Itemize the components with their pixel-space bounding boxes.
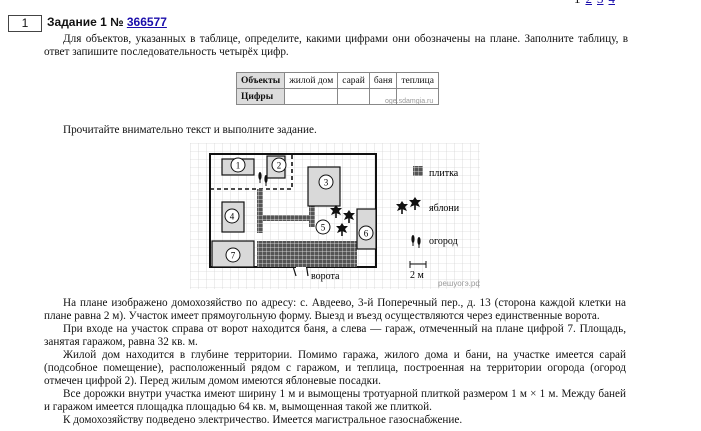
pagination: 1234 bbox=[574, 0, 620, 7]
label-3: 3 bbox=[324, 178, 329, 188]
table-col-greenhouse: теплица bbox=[396, 72, 439, 89]
task-title-text: Задание 1 № bbox=[47, 15, 124, 29]
table-col-house: жилой дом bbox=[284, 72, 339, 89]
site-plan: 1 2 3 4 5 6 7 ворота плитка яблони огоро… bbox=[190, 143, 480, 289]
task-number-box: 1 bbox=[8, 15, 42, 32]
legend-tile-label: плитка bbox=[429, 168, 459, 179]
table-col-shed: сарай bbox=[337, 72, 370, 89]
task-title: Задание 1 № 366577 bbox=[47, 15, 167, 30]
label-1: 1 bbox=[236, 161, 241, 171]
description-paragraph: Жилой дом находится в глубине территории… bbox=[44, 349, 626, 387]
table-header-digits: Цифры bbox=[235, 88, 286, 105]
label-7: 7 bbox=[231, 251, 236, 261]
page-link-3[interactable]: 3 bbox=[597, 0, 604, 6]
label-2: 2 bbox=[277, 161, 282, 171]
tile-path bbox=[309, 206, 315, 227]
legend-garden-label: огород bbox=[429, 236, 458, 247]
tile-area bbox=[257, 241, 357, 267]
tile-path bbox=[263, 215, 315, 221]
page-current: 1 bbox=[574, 0, 581, 6]
page-link-4[interactable]: 4 bbox=[609, 0, 616, 6]
scale-label: 2 м bbox=[410, 270, 425, 281]
read-prompt: Прочитайте внимательно текст и выполните… bbox=[44, 124, 628, 137]
table-cell[interactable] bbox=[337, 88, 370, 105]
description-paragraph: При входе на участок справа от ворот нах… bbox=[44, 323, 626, 348]
label-6: 6 bbox=[364, 229, 369, 239]
read-prompt-text: Прочитайте внимательно текст и выполните… bbox=[63, 124, 317, 136]
description: На плане изображено домохозяйство по адр… bbox=[44, 297, 626, 427]
table-watermark: oge.sdamgia.ru bbox=[385, 98, 434, 105]
table-col-bath: баня bbox=[368, 72, 398, 89]
label-5: 5 bbox=[321, 223, 326, 233]
plan-watermark: решуогэ.рф bbox=[438, 279, 480, 288]
instruction-text: Для объектов, указанных в таблице, опред… bbox=[44, 33, 628, 58]
tile-path bbox=[257, 189, 263, 233]
description-paragraph: К домохозяйству подведено электричество.… bbox=[63, 414, 463, 426]
legend-tile-icon bbox=[413, 166, 423, 176]
description-paragraph: На плане изображено домохозяйство по адр… bbox=[44, 297, 626, 322]
task-id-link[interactable]: 366577 bbox=[127, 15, 167, 29]
instruction: Для объектов, указанных в таблице, опред… bbox=[44, 33, 628, 59]
description-paragraph: Все дорожки внутри участка имеют ширину … bbox=[44, 388, 626, 413]
table-cell[interactable] bbox=[284, 88, 339, 105]
legend-apple-label: яблони bbox=[429, 203, 460, 214]
page-link-2[interactable]: 2 bbox=[586, 0, 593, 6]
label-4: 4 bbox=[230, 212, 235, 222]
table-header-objects: Объекты bbox=[235, 72, 286, 89]
gate-label: ворота bbox=[311, 271, 340, 282]
